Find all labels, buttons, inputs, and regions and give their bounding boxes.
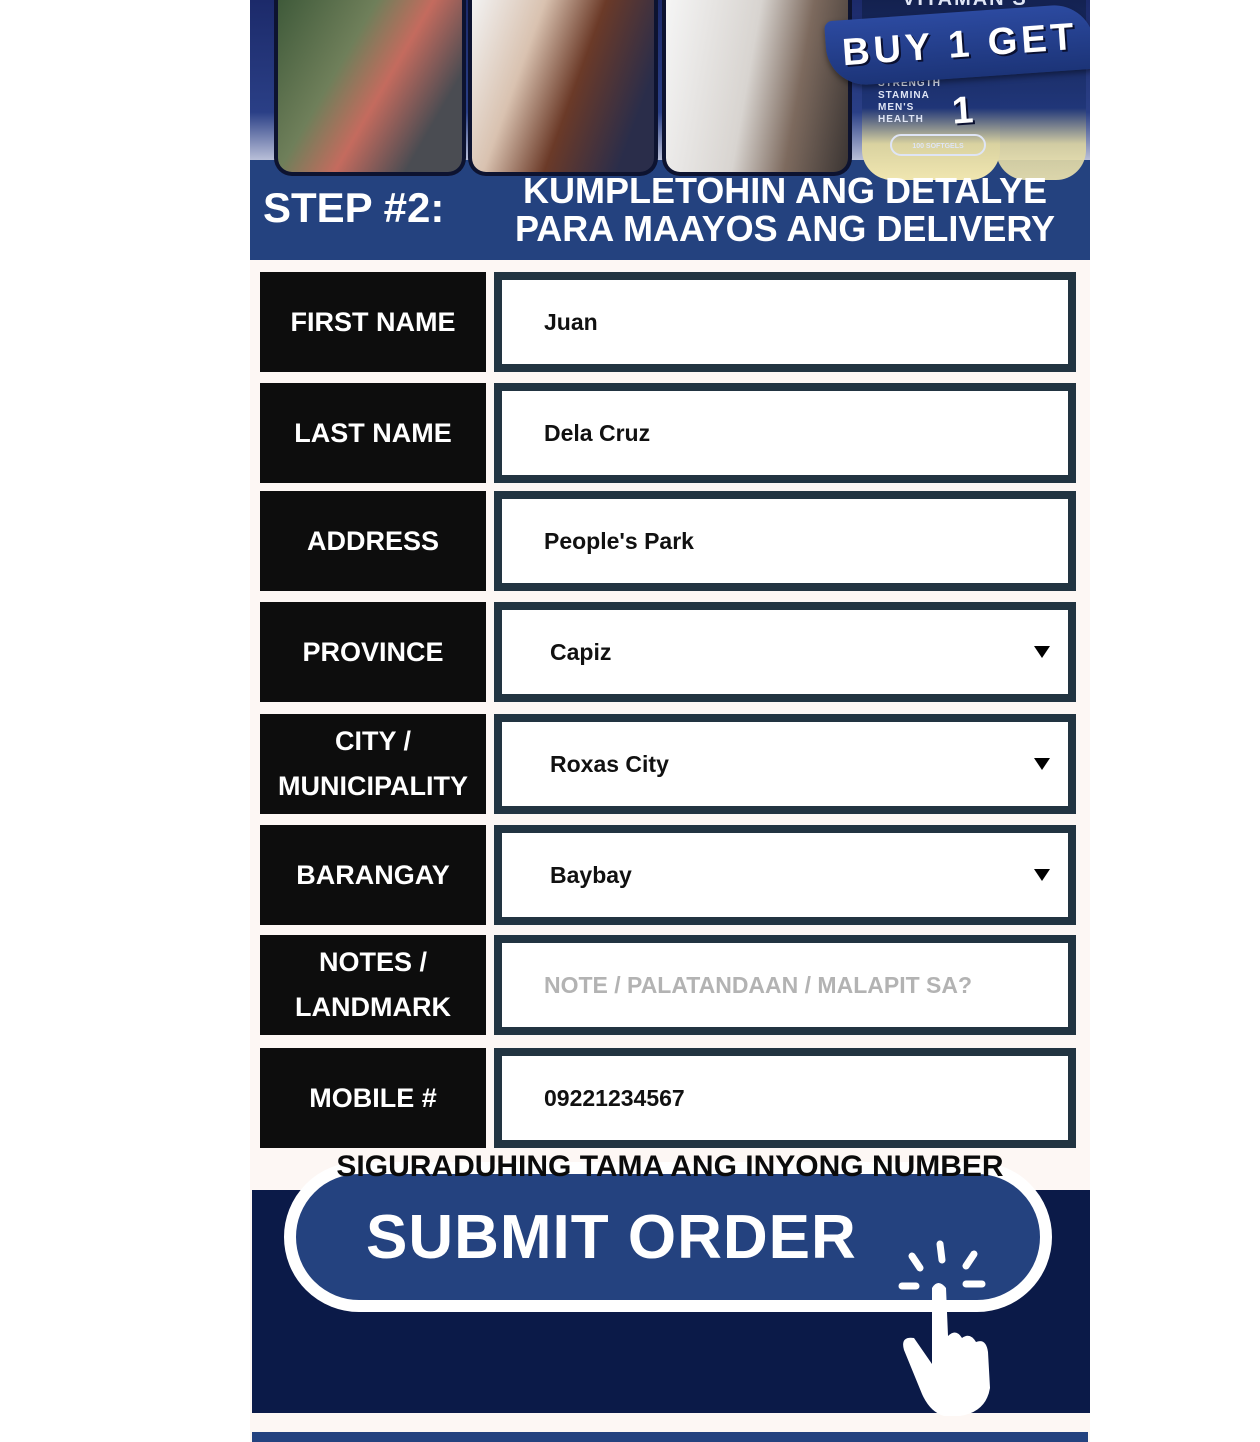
mobile-field-frame	[494, 1048, 1076, 1148]
notes-field-frame	[494, 935, 1076, 1035]
product-claims: STRENGTH STAMINA MEN'S HEALTH	[878, 78, 941, 126]
address-input[interactable]	[544, 499, 1014, 583]
barangay-row: BARANGAY Baybay	[260, 825, 1076, 925]
last-name-label: LAST NAME	[260, 383, 486, 483]
banner-photo-bedroom	[662, 0, 852, 176]
footer-bar	[252, 1432, 1088, 1442]
product-image: VITAMAN'S STRENGTH STAMINA MEN'S HEALTH …	[824, 0, 1090, 190]
province-selected-value: Capiz	[550, 638, 612, 665]
headline-line-2: PARA MAAYOS ANG DELIVERY	[514, 208, 1056, 249]
chevron-down-icon	[1034, 758, 1050, 770]
province-label: PROVINCE	[260, 602, 486, 702]
chevron-down-icon	[1034, 869, 1050, 881]
submit-order-label: SUBMIT ORDER	[366, 1202, 857, 1272]
notes-row: NOTES / LANDMARK	[260, 935, 1076, 1035]
province-select[interactable]: Capiz	[494, 602, 1076, 702]
address-row: ADDRESS	[260, 491, 1076, 591]
mobile-row: MOBILE #	[260, 1048, 1076, 1148]
province-row: PROVINCE Capiz	[260, 602, 1076, 702]
first-name-label: FIRST NAME	[260, 272, 486, 372]
product-claim: STAMINA	[878, 90, 930, 101]
barangay-select[interactable]: Baybay	[494, 825, 1076, 925]
notes-label: NOTES / LANDMARK	[260, 935, 486, 1035]
mobile-label: MOBILE #	[260, 1048, 486, 1148]
promo-banner: VITAMAN'S STRENGTH STAMINA MEN'S HEALTH …	[250, 0, 1090, 260]
barangay-label: BARANGAY	[260, 825, 486, 925]
product-claim: MEN'S	[878, 102, 915, 113]
mobile-input[interactable]	[544, 1056, 1014, 1140]
last-name-field-frame	[494, 383, 1076, 483]
city-label-line-1: CITY /	[334, 726, 412, 756]
pointer-hand-icon	[898, 1240, 990, 1416]
banner-photo-couple	[468, 0, 658, 176]
mobile-notice: SIGURADUHING TAMA ANG INYONG NUMBER	[336, 1150, 1004, 1183]
city-select[interactable]: Roxas City	[494, 714, 1076, 814]
last-name-row: LAST NAME	[260, 383, 1076, 483]
submit-section: SUBMIT ORDER	[252, 1162, 1090, 1416]
last-name-input[interactable]	[544, 391, 1014, 475]
first-name-row: FIRST NAME	[260, 272, 1076, 372]
city-row: CITY / MUNICIPALITY Roxas City	[260, 714, 1076, 814]
notes-label-line-1: NOTES /	[318, 947, 427, 977]
banner-photo-pain	[274, 0, 466, 176]
first-name-field-frame	[494, 272, 1076, 372]
banner-headline: KUMPLETOHIN ANG DETALYE PARA MAAYOS ANG …	[490, 172, 1080, 248]
step-label: STEP #2:	[263, 184, 445, 231]
chevron-down-icon	[1034, 646, 1050, 658]
headline-line-1: KUMPLETOHIN ANG DETALYE	[522, 170, 1048, 211]
city-label-line-2: MUNICIPALITY	[278, 771, 468, 801]
notes-label-line-2: LANDMARK	[295, 992, 451, 1022]
first-name-input[interactable]	[544, 280, 1014, 364]
city-label: CITY / MUNICIPALITY	[260, 714, 486, 814]
product-claim: HEALTH	[878, 114, 924, 125]
order-page: VITAMAN'S STRENGTH STAMINA MEN'S HEALTH …	[250, 0, 1090, 1442]
notes-input[interactable]	[544, 943, 1014, 1027]
address-field-frame	[494, 491, 1076, 591]
address-label: ADDRESS	[260, 491, 486, 591]
barangay-selected-value: Baybay	[550, 861, 632, 888]
city-selected-value: Roxas City	[550, 750, 669, 777]
